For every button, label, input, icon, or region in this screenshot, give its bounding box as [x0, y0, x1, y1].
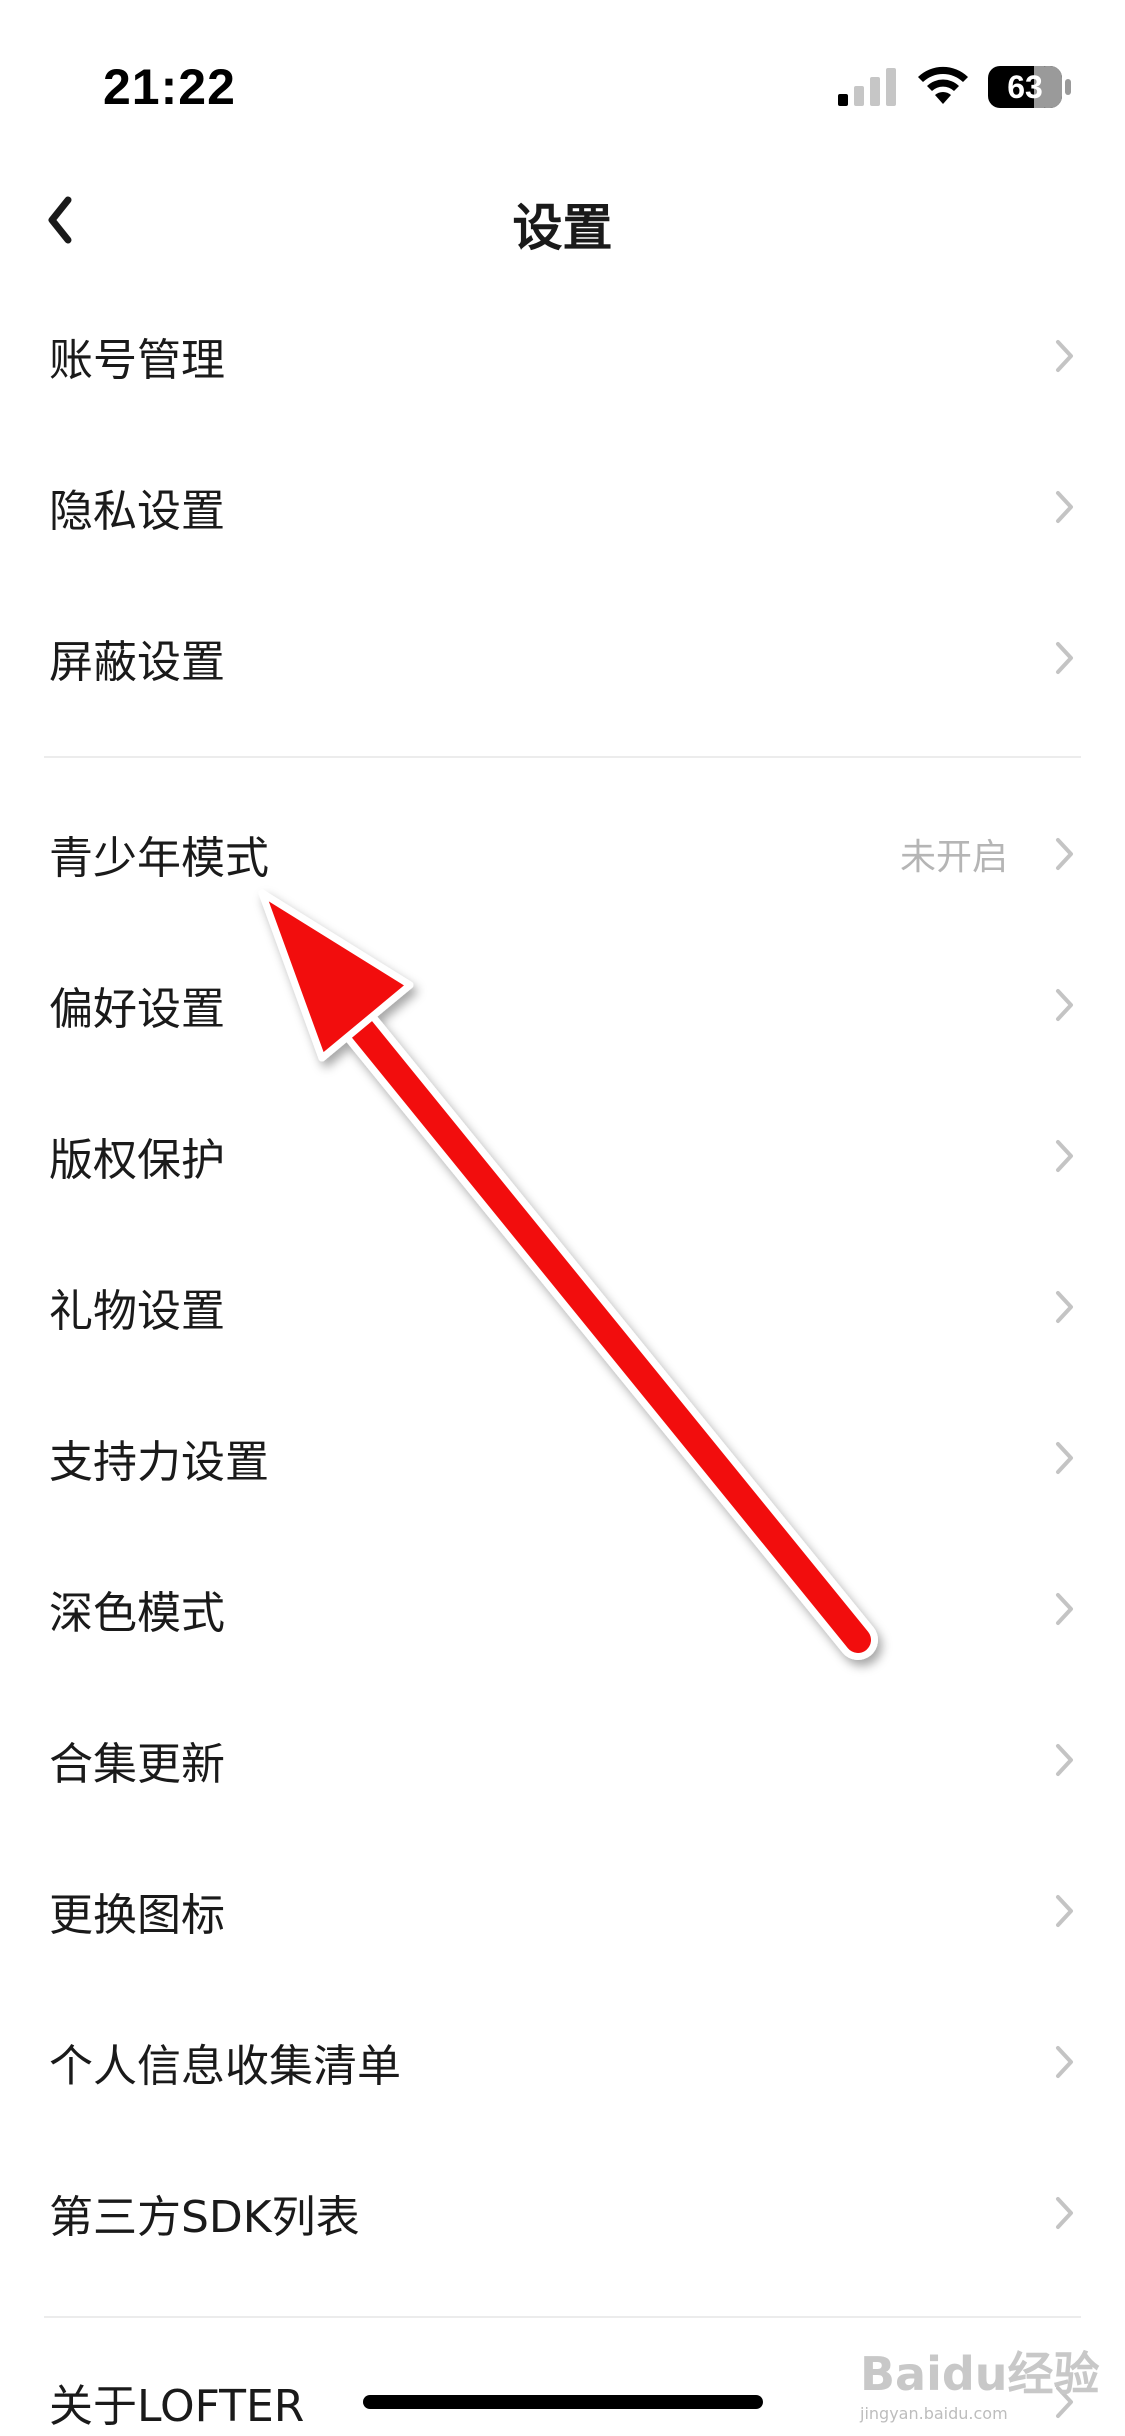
settings-group-account: 账号管理 隐私设置 屏蔽设置 — [0, 280, 1125, 733]
watermark-url: jingyan.baidu.com — [860, 2404, 1008, 2423]
nav-bar: 设置 — [0, 150, 1125, 290]
section-divider — [44, 2316, 1081, 2318]
chevron-right-icon — [1056, 988, 1073, 1021]
chevron-right-icon — [1056, 1894, 1073, 1927]
settings-item-third-party-sdk[interactable]: 第三方SDK列表 — [0, 2137, 1125, 2288]
battery-icon: 63 — [988, 64, 1072, 110]
settings-item-label: 青少年模式 — [49, 832, 269, 884]
chevron-right-icon — [1056, 1290, 1073, 1323]
settings-item-label: 礼物设置 — [49, 1285, 225, 1337]
settings-item-label: 偏好设置 — [49, 983, 225, 1035]
battery-level: 63 — [1007, 69, 1043, 105]
settings-item-dark-mode[interactable]: 深色模式 — [0, 1533, 1125, 1684]
chevron-right-icon — [1056, 339, 1073, 372]
settings-item-gifts[interactable]: 礼物设置 — [0, 1231, 1125, 1382]
settings-item-support-power[interactable]: 支持力设置 — [0, 1382, 1125, 1533]
settings-item-label: 隐私设置 — [49, 485, 225, 537]
settings-item-label: 版权保护 — [49, 1134, 225, 1186]
home-indicator[interactable] — [363, 2395, 763, 2409]
settings-item-teen-mode[interactable]: 青少年模式 未开启 — [0, 778, 1125, 929]
chevron-right-icon — [1056, 641, 1073, 674]
settings-item-label: 第三方SDK列表 — [49, 2191, 360, 2243]
settings-item-collection-update[interactable]: 合集更新 — [0, 1684, 1125, 1835]
watermark-brand: Baidu经验 — [860, 2347, 1100, 2401]
page-title: 设置 — [512, 199, 613, 257]
settings-item-block[interactable]: 屏蔽设置 — [0, 582, 1125, 733]
signal-icon — [838, 68, 896, 106]
settings-item-label: 屏蔽设置 — [49, 636, 225, 688]
settings-item-label: 个人信息收集清单 — [49, 2040, 401, 2092]
chevron-right-icon — [1056, 1743, 1073, 1776]
settings-item-account-management[interactable]: 账号管理 — [0, 280, 1125, 431]
settings-item-privacy[interactable]: 隐私设置 — [0, 431, 1125, 582]
wifi-icon — [918, 66, 968, 104]
settings-item-copyright[interactable]: 版权保护 — [0, 1080, 1125, 1231]
chevron-right-icon — [1056, 1139, 1073, 1172]
chevron-right-icon — [1056, 490, 1073, 523]
settings-item-label: 深色模式 — [49, 1587, 225, 1639]
chevron-right-icon — [1056, 837, 1073, 870]
chevron-right-icon — [1056, 1441, 1073, 1474]
status-bar: 21:22 63 — [0, 0, 1125, 150]
teen-mode-status: 未开启 — [899, 836, 1008, 878]
chevron-right-icon — [1056, 1592, 1073, 1625]
settings-item-label: 账号管理 — [49, 334, 225, 386]
settings-item-change-icon[interactable]: 更换图标 — [0, 1835, 1125, 1986]
section-divider — [44, 756, 1081, 758]
settings-group-preferences: 青少年模式 未开启 偏好设置 版权保护 礼物设置 支持力设置 深色模式 合集更新… — [0, 778, 1125, 2288]
settings-item-personal-info-list[interactable]: 个人信息收集清单 — [0, 1986, 1125, 2137]
baidu-watermark: Baidu经验 jingyan.baidu.com — [860, 2338, 1100, 2428]
settings-item-label: 合集更新 — [49, 1738, 225, 1790]
chevron-right-icon — [1056, 2045, 1073, 2078]
settings-item-preferences[interactable]: 偏好设置 — [0, 929, 1125, 1080]
settings-item-label: 关于LOFTER — [49, 2381, 305, 2432]
status-time: 21:22 — [103, 59, 236, 115]
settings-item-label: 支持力设置 — [49, 1436, 269, 1488]
settings-item-label: 更换图标 — [49, 1889, 225, 1941]
chevron-right-icon — [1056, 2196, 1073, 2229]
